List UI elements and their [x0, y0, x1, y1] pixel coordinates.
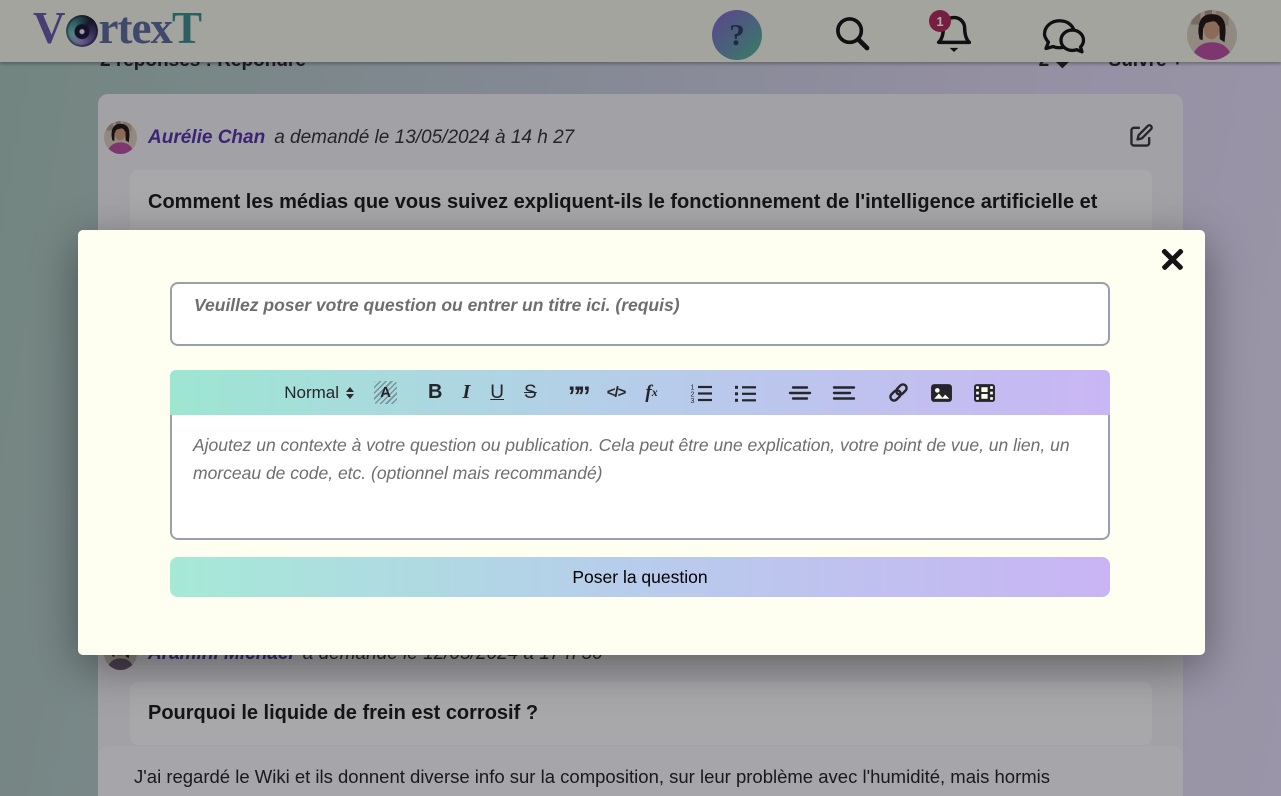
highlight-a-icon: A	[374, 381, 397, 404]
svg-text:3: 3	[690, 398, 694, 403]
ordered-list-button[interactable]: 123	[687, 378, 715, 408]
ask-question-modal: Normal A B I U S ”” </> fx 123	[78, 230, 1205, 655]
paragraph-style-label: Normal	[284, 383, 339, 403]
close-modal-button[interactable]	[1155, 242, 1189, 276]
editor-toolbar: Normal A B I U S ”” </> fx 123	[170, 370, 1110, 415]
video-icon	[973, 383, 996, 403]
highlight-color-button[interactable]: A	[372, 378, 399, 408]
insert-image-button[interactable]	[928, 378, 955, 408]
insert-link-button[interactable]	[885, 378, 912, 408]
svg-text:1: 1	[690, 384, 694, 391]
strikethrough-button[interactable]: S	[522, 378, 539, 408]
bold-button[interactable]: B	[426, 378, 444, 408]
insert-video-button[interactable]	[971, 378, 998, 408]
underline-button[interactable]: U	[488, 378, 506, 408]
align-justify-button[interactable]	[830, 378, 858, 408]
dropdown-updown-icon	[346, 387, 354, 399]
align-center-icon	[788, 384, 812, 402]
app-root: 2 réponses ! Répondre 2 ◆ Suivre + Aurél…	[0, 0, 1281, 796]
blockquote-button[interactable]: ””	[566, 381, 589, 411]
link-icon	[887, 381, 910, 404]
question-title-input[interactable]	[170, 282, 1110, 346]
code-button[interactable]: </>	[605, 378, 628, 408]
paragraph-style-dropdown[interactable]: Normal	[282, 378, 356, 408]
submit-question-button[interactable]: Poser la question	[170, 557, 1110, 597]
ordered-list-icon: 123	[689, 383, 713, 403]
formula-button[interactable]: fx	[643, 378, 659, 408]
italic-button[interactable]: I	[461, 378, 473, 408]
align-center-button[interactable]	[786, 378, 814, 408]
align-justify-icon	[832, 384, 856, 402]
question-body-editor[interactable]	[170, 415, 1110, 540]
bullet-list-button[interactable]	[731, 378, 759, 408]
bullet-list-icon	[733, 383, 757, 403]
image-icon	[930, 383, 953, 403]
